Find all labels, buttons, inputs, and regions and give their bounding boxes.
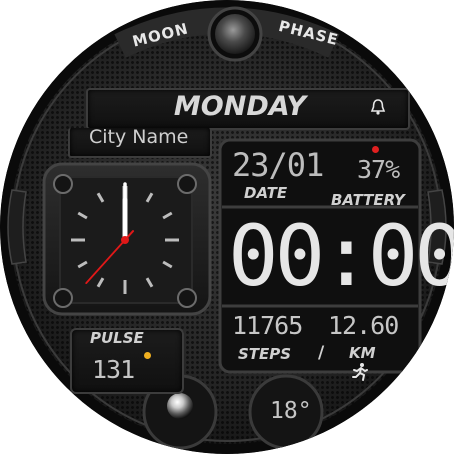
steps-label: STEPS xyxy=(238,345,292,363)
date-value: 23/01 xyxy=(232,146,324,184)
running-man-icon xyxy=(350,362,370,382)
clock-tick xyxy=(96,277,105,288)
digital-time: 00:00 xyxy=(228,207,454,305)
steps-distance-separator: / xyxy=(318,343,325,363)
pulse-label: PULSE xyxy=(90,329,144,347)
watch-face: MOON PHASE MONDAY City Name 23/01 DATE 3… xyxy=(0,0,454,454)
date-label: DATE xyxy=(244,184,288,202)
clock-tick xyxy=(77,260,88,269)
battery-value[interactable]: 37% xyxy=(357,155,400,184)
clock-tick xyxy=(145,277,154,288)
pulse-value[interactable]: 131 xyxy=(92,355,135,384)
second-hand xyxy=(85,239,126,285)
clock-center-pin xyxy=(121,236,129,244)
clock-tick xyxy=(96,192,105,203)
clock-tick xyxy=(162,260,173,269)
weather-temperature[interactable]: 18° xyxy=(270,398,312,424)
distance-value[interactable]: 12.60 xyxy=(328,311,399,340)
pulse-indicator-dot xyxy=(144,352,151,359)
clock-tick xyxy=(77,211,88,220)
clock-tick xyxy=(162,211,173,220)
battery-indicator-dot xyxy=(372,146,379,153)
steps-value[interactable]: 11765 xyxy=(232,311,303,340)
km-label: KM xyxy=(349,344,376,362)
clock-tick xyxy=(145,192,154,203)
